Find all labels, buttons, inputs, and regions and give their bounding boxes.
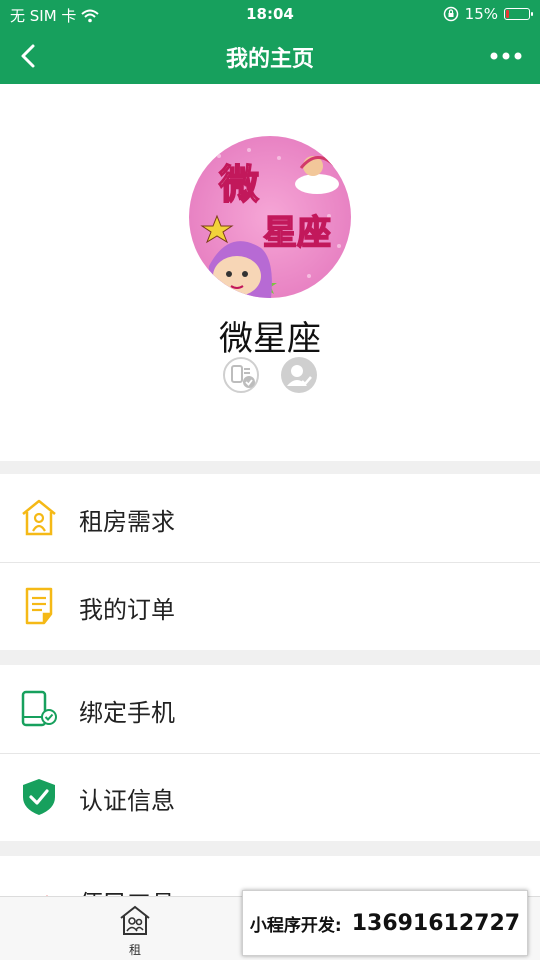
- menu-group-2: 绑定手机 认证信息: [0, 665, 540, 841]
- shield-check-icon: [23, 779, 55, 815]
- verification-badges: [0, 356, 540, 394]
- promo-phone: 13691612727: [351, 910, 521, 936]
- status-right: 15%: [443, 5, 533, 23]
- menu-item-rent-demand[interactable]: 租房需求: [0, 474, 540, 562]
- avatar-text-2: 星座: [263, 213, 331, 253]
- tab-rent[interactable]: 租: [110, 903, 160, 959]
- menu-label: 认证信息: [79, 787, 175, 815]
- status-bar: 无 SIM 卡 18:04 15%: [0, 0, 540, 28]
- menu-group-1: 租房需求 我的订单: [0, 474, 540, 650]
- menu-item-my-orders[interactable]: 我的订单: [0, 562, 540, 650]
- profile-name: 微星座: [219, 319, 321, 359]
- battery-level: [506, 10, 510, 18]
- promo-banner[interactable]: 小程序开发: 13691612727: [242, 890, 528, 956]
- identity-verified-icon: [281, 357, 317, 393]
- more-dots-icon[interactable]: [488, 40, 524, 72]
- document-icon: [25, 587, 53, 625]
- avatar-image: 微 星座: [189, 136, 351, 298]
- page-title: 我的主页: [225, 47, 314, 72]
- avatar-text-1: 微: [218, 162, 259, 208]
- promo-label: 小程序开发:: [249, 915, 342, 936]
- orientation-lock-icon: [443, 6, 458, 22]
- menu-item-bind-phone[interactable]: 绑定手机: [0, 665, 540, 753]
- battery-icon: [504, 8, 533, 20]
- home-people-icon: [120, 905, 150, 935]
- menu-label: 我的订单: [79, 596, 175, 624]
- menu-label: 租房需求: [79, 508, 175, 536]
- menu-item-verify-info[interactable]: 认证信息: [0, 753, 540, 841]
- menu-label: 绑定手机: [79, 699, 175, 727]
- phone-check-icon: [21, 690, 57, 727]
- house-icon: [22, 499, 56, 536]
- phone-verified-icon: [223, 357, 259, 393]
- avatar[interactable]: 微 星座: [189, 136, 351, 298]
- tab-rent-label: 租: [128, 943, 141, 957]
- nav-bar: 我的主页: [0, 28, 540, 84]
- battery-percent: 15%: [464, 5, 498, 23]
- profile-card: 微 星座 微星座: [0, 84, 540, 461]
